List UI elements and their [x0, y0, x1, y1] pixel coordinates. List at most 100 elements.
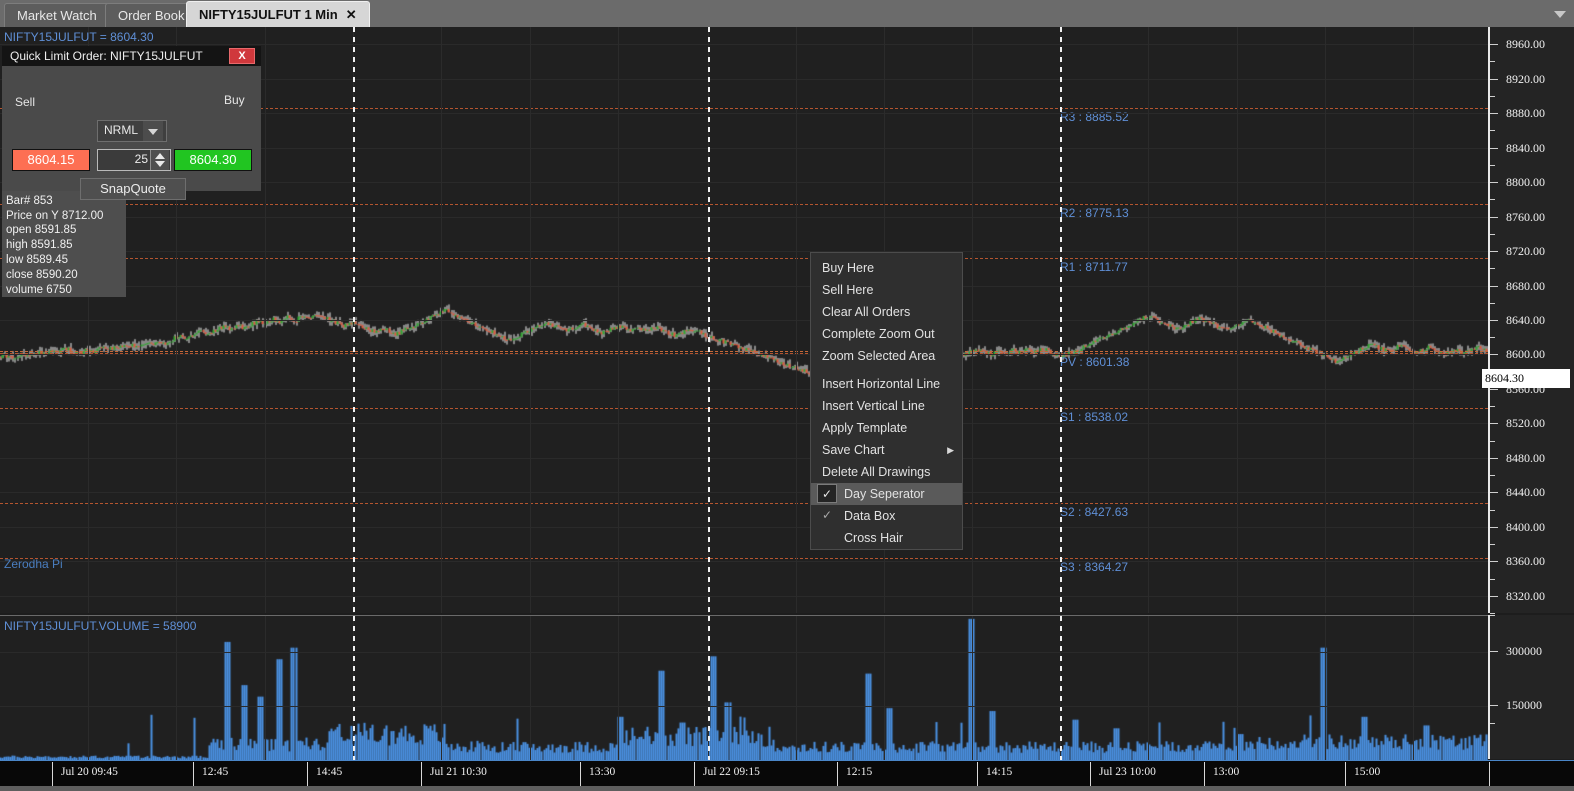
axis-minor-tick: [1490, 268, 1495, 270]
grid-line-horizontal: [0, 423, 1488, 425]
axis-separator: [193, 762, 194, 786]
price-axis-label: 8840.00: [1506, 140, 1545, 155]
check-icon: ✓: [817, 484, 837, 503]
grid-line-vertical: [441, 616, 442, 760]
pivot-line-r1: [0, 258, 1488, 260]
quick-limit-order-panel[interactable]: Quick Limit Order: NIFTY15JULFUT X Sell …: [2, 46, 261, 200]
axis-separator: [694, 762, 695, 786]
data-box-line: low 8589.45: [6, 253, 69, 266]
time-axis-label: Jul 23 10:00: [1099, 766, 1156, 778]
volume-pane[interactable]: NIFTY15JULFUT.VOLUME = 58900: [0, 615, 1488, 760]
time-axis[interactable]: Jul 20 09:45 12:45 14:45 Jul 21 10:30 13:30 J…: [0, 760, 1574, 787]
tab-market-watch[interactable]: Market Watch: [4, 3, 110, 27]
product-type-value: NRML: [104, 123, 139, 137]
grid-line-vertical: [530, 27, 531, 613]
axis-tick: [1490, 251, 1498, 253]
volume-label: NIFTY15JULFUT.VOLUME = 58900: [4, 619, 197, 633]
tab-nifty15julfut-1min[interactable]: NIFTY15JULFUT 1 Min ✕: [186, 1, 370, 27]
tab-label: Market Watch: [17, 8, 97, 23]
price-axis-label: 8880.00: [1506, 106, 1545, 121]
axis-minor-tick: [1490, 233, 1495, 235]
grid-line-vertical: [176, 616, 177, 760]
menu-item-zoom-selected-area[interactable]: Zoom Selected Area: [811, 345, 962, 367]
chevron-down-icon[interactable]: [143, 121, 163, 141]
time-axis-label: Jul 20 09:45: [61, 766, 118, 778]
axis-tick: [1490, 147, 1498, 149]
axis-separator: [977, 762, 978, 786]
menu-item-save-chart[interactable]: Save Chart ▶: [811, 439, 962, 461]
volume-canvas: [0, 616, 1488, 760]
menu-item-cross-hair[interactable]: Cross Hair: [811, 527, 962, 549]
axis-tick: [1490, 705, 1498, 706]
close-icon[interactable]: ✕: [346, 7, 357, 22]
price-axis[interactable]: 8960.00 8920.00 8880.00 8840.00 8800.00 8760.…: [1488, 27, 1574, 614]
menu-item-complete-zoom-out[interactable]: Complete Zoom Out: [811, 323, 962, 345]
menu-item-label: Day Seperator: [844, 487, 925, 501]
grid-line-horizontal: [0, 706, 1488, 707]
axis-minor-tick: [1490, 440, 1495, 442]
volume-axis[interactable]: 300000 150000: [1488, 615, 1574, 759]
grid-line-horizontal: [0, 354, 1488, 356]
grid-line-horizontal: [0, 526, 1488, 528]
grid-line-vertical: [796, 616, 797, 760]
chart-area[interactable]: NIFTY15JULFUT = 8604.30 Zerodha Pi R3 : …: [0, 27, 1574, 791]
grid-line-vertical: [1148, 27, 1149, 613]
menu-item-day-seperator[interactable]: ✓ Day Seperator: [811, 483, 962, 505]
menu-item-clear-all-orders[interactable]: Clear All Orders: [811, 301, 962, 323]
axis-minor-tick: [1490, 337, 1495, 339]
grid-line-horizontal: [0, 251, 1488, 253]
menu-item-insert-horizontal-line[interactable]: Insert Horizontal Line: [811, 373, 962, 395]
menu-item-label: Sell Here: [822, 283, 874, 297]
price-axis-label: 8320.00: [1506, 588, 1545, 603]
time-axis-label: 12:45: [202, 766, 229, 778]
axis-tick: [1490, 285, 1498, 287]
axis-minor-tick: [1490, 615, 1495, 616]
axis-minor-tick: [1490, 130, 1495, 132]
chevron-down-icon[interactable]: [1552, 7, 1568, 21]
axis-minor-tick: [1490, 164, 1495, 166]
axis-tick: [1490, 595, 1498, 597]
menu-item-insert-vertical-line[interactable]: Insert Vertical Line: [811, 395, 962, 417]
chart-context-menu[interactable]: Buy Here Sell Here Clear All Orders Complet…: [810, 252, 963, 550]
price-axis-label: 8800.00: [1506, 175, 1545, 190]
grid-line-vertical: [1237, 27, 1238, 613]
tab-order-book[interactable]: Order Book: [105, 3, 198, 27]
axis-tick: [1490, 388, 1498, 390]
grid-line-vertical: [972, 27, 973, 613]
grid-line-vertical: [1413, 616, 1414, 760]
bottom-edge: [0, 786, 1574, 791]
axis-minor-tick: [1490, 61, 1495, 63]
pivot-label-s1: S1 : 8538.02: [1060, 409, 1129, 424]
menu-item-buy-here[interactable]: Buy Here: [811, 257, 962, 279]
axis-tick: [1490, 44, 1498, 46]
axis-minor-tick: [1490, 578, 1495, 580]
grid-line-vertical: [530, 616, 531, 760]
buy-price-button[interactable]: 8604.30: [174, 149, 252, 171]
menu-item-label: Zoom Selected Area: [822, 349, 936, 363]
grid-line-horizontal: [0, 652, 1488, 653]
tab-strip: Market Watch Order Book NIFTY15JULFUT 1 …: [0, 0, 1574, 28]
product-type-dropdown[interactable]: NRML: [97, 120, 167, 142]
sell-price-button[interactable]: 8604.15: [12, 149, 90, 171]
menu-item-label: Insert Vertical Line: [822, 399, 925, 413]
grid-line-vertical: [441, 27, 442, 613]
menu-item-label: Clear All Orders: [822, 305, 911, 319]
axis-tick: [1490, 320, 1498, 321]
axis-minor-tick: [1490, 613, 1495, 614]
axis-separator: [1345, 762, 1346, 786]
menu-item-data-box[interactable]: ✓ Data Box: [811, 505, 962, 527]
time-axis-label: 12:15: [846, 766, 873, 778]
menu-item-sell-here[interactable]: Sell Here: [811, 279, 962, 301]
menu-item-delete-all-drawings[interactable]: Delete All Drawings: [811, 461, 962, 483]
quantity-stepper[interactable]: 25: [97, 149, 171, 171]
close-button[interactable]: X: [229, 48, 255, 64]
time-axis-label: Jul 21 10:30: [430, 766, 487, 778]
symbol-price-label: NIFTY15JULFUT = 8604.30: [4, 30, 154, 44]
axis-minor-tick: [1490, 544, 1495, 546]
menu-item-apply-template[interactable]: Apply Template: [811, 417, 962, 439]
axis-minor-tick: [1490, 475, 1495, 477]
pivot-label-s2: S2 : 8427.63: [1060, 505, 1129, 519]
spinner-up-down-icon[interactable]: [150, 150, 169, 170]
snapquote-button[interactable]: SnapQuote: [80, 178, 186, 200]
grid-line-vertical: [88, 616, 89, 760]
